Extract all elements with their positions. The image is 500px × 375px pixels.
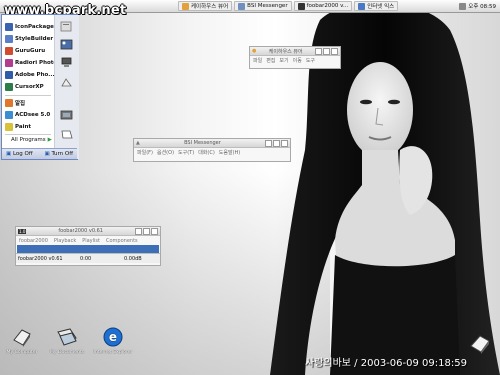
menu-file[interactable]: 파일(F)	[137, 149, 153, 156]
menu-playlist[interactable]: Playlist	[82, 238, 100, 244]
menu-file[interactable]: 파일	[253, 57, 262, 64]
menu-item-paint[interactable]: Paint	[5, 123, 31, 131]
computer-icon[interactable]	[60, 57, 73, 68]
control-panel-icon[interactable]	[60, 109, 73, 120]
clock[interactable]: 오후 08:59	[468, 2, 496, 10]
foobar-statusbar: foobar2000 v0.61 0:00 0.00dB	[16, 253, 160, 263]
menu-tools[interactable]: 도구	[306, 57, 315, 64]
minimize-button[interactable]	[315, 47, 322, 55]
cursor-icon	[5, 83, 13, 91]
maximize-button[interactable]	[273, 139, 280, 147]
menu-tools[interactable]: 도구(T)	[178, 149, 194, 156]
menu-item-guruguru[interactable]: GuruGuru	[5, 47, 45, 55]
window-controls	[315, 47, 338, 55]
close-button[interactable]	[151, 227, 158, 235]
desktop-icon-my-documents[interactable]: My Documents	[47, 326, 87, 355]
viewer-menubar: 파일 편집 보기 이동 도구	[250, 56, 340, 65]
pictures-icon[interactable]	[60, 39, 73, 50]
menu-item-cursorxp[interactable]: CursorXP	[5, 83, 44, 91]
log-off-icon: ▣	[6, 151, 12, 157]
messenger-window: ▲ BSI Messenger 파일(F) 옵션(O) 도구(T) 대화(C) …	[133, 138, 291, 162]
menu-chat[interactable]: 대화(C)	[198, 149, 215, 156]
wallpaper-caption: 사랑의바보 / 2003-06-09 09:18:59	[305, 358, 467, 369]
messenger-icon	[238, 2, 246, 10]
all-programs-button[interactable]: All Programs ▶	[11, 137, 52, 143]
foobar-app-icon: 1.0	[18, 228, 27, 234]
log-off-button[interactable]: ▣ Log Off	[6, 151, 33, 157]
menu-item-alzip[interactable]: 알집	[5, 99, 25, 107]
menu-item-iconpackager[interactable]: IconPackager	[5, 23, 57, 31]
folder-icon	[182, 2, 189, 10]
start-menu-places	[54, 15, 79, 159]
menu-playback[interactable]: Playback	[54, 238, 76, 244]
volume-icon[interactable]	[459, 2, 467, 10]
recycle-bin-icon[interactable]	[468, 331, 492, 355]
messenger-window-titlebar[interactable]: ▲ BSI Messenger	[134, 139, 290, 148]
start-menu-programs: IconPackager StyleBuilder GuruGuru Radio…	[2, 15, 57, 159]
my-computer-icon	[13, 329, 31, 347]
desktop-icon-internet-explorer[interactable]: e Internet Explorer	[93, 326, 133, 355]
start-menu-footer: ▣ Log Off ▣ Turn Off	[2, 148, 77, 159]
taskbar-button-browser[interactable]: 인터넷 익스	[354, 1, 399, 11]
window-controls	[135, 227, 158, 235]
alzip-icon	[5, 99, 13, 107]
messenger-menubar: 파일(F) 옵션(O) 도구(T) 대화(C) 도움말(H)	[134, 148, 290, 157]
network-icon[interactable]	[60, 77, 73, 88]
close-button[interactable]	[281, 139, 288, 147]
printer-icon[interactable]	[60, 129, 73, 140]
maximize-button[interactable]	[143, 227, 150, 235]
foobar-menubar: foobar2000 Playback Playlist Components	[16, 236, 160, 245]
photo-icon	[5, 59, 13, 67]
documents-icon[interactable]	[60, 21, 73, 32]
start-menu: IconPackager StyleBuilder GuruGuru Radio…	[1, 14, 79, 160]
menu-item-stylebuilder[interactable]: StyleBuilder	[5, 35, 53, 43]
iconpackager-icon	[5, 23, 13, 31]
paint-icon	[5, 123, 13, 131]
menu-separator	[5, 134, 51, 135]
viewer-window-titlebar[interactable]: ● 케이하우스 뷰어	[250, 47, 340, 56]
menu-options[interactable]: 옵션(O)	[157, 149, 174, 156]
minimize-button[interactable]	[135, 227, 142, 235]
playlist-selected-row[interactable]	[17, 245, 159, 253]
my-documents-icon	[57, 328, 77, 346]
svg-text:e: e	[109, 330, 117, 344]
menu-item-radiori-photo[interactable]: Radiori Photo	[5, 59, 57, 67]
menu-item-acdsee[interactable]: ACDsee 5.0	[5, 111, 50, 119]
close-button[interactable]	[331, 47, 338, 55]
arrow-right-icon: ▶	[47, 137, 52, 143]
maximize-button[interactable]	[323, 47, 330, 55]
turn-off-button[interactable]: ▣ Turn Off	[45, 151, 73, 157]
viewer-window: ● 케이하우스 뷰어 파일 편집 보기 이동 도구	[249, 46, 341, 69]
internet-explorer-icon: e	[103, 327, 123, 347]
menu-separator	[5, 95, 51, 96]
minimize-button[interactable]	[265, 139, 272, 147]
foobar-window: 1.0 foobar2000 v0.61 foobar2000 Playback…	[15, 226, 161, 266]
acdsee-icon	[5, 111, 13, 119]
menu-edit[interactable]: 편집	[266, 57, 275, 64]
window-controls	[265, 139, 288, 147]
foobar-window-titlebar[interactable]: 1.0 foobar2000 v0.61	[16, 227, 160, 236]
adobe-photoshop-icon	[5, 71, 13, 79]
power-icon: ▣	[44, 151, 50, 157]
menu-go[interactable]: 이동	[293, 57, 302, 64]
guruguru-icon	[5, 47, 13, 55]
taskbar-button-foobar[interactable]: foobar2000 v...	[293, 1, 353, 11]
menu-components[interactable]: Components	[106, 238, 138, 244]
menu-foobar2000[interactable]: foobar2000	[19, 238, 48, 244]
menu-item-adobe-photoshop[interactable]: Adobe Pho...	[5, 71, 55, 79]
browser-icon	[358, 2, 366, 10]
menu-view[interactable]: 보기	[279, 57, 288, 64]
desktop-icon-my-computer[interactable]: My Computer	[2, 326, 42, 355]
taskbar-button-messenger[interactable]: BSI Messenger	[234, 1, 292, 11]
stylebuilder-icon	[5, 35, 13, 43]
desktop: 케이하우스 뷰어 BSI Messenger foobar2000 v... 인…	[0, 0, 500, 375]
foobar-icon	[297, 2, 305, 10]
menu-help[interactable]: 도움말(H)	[219, 149, 240, 156]
system-tray: 오후 08:59	[459, 2, 500, 10]
taskbar-button-viewer[interactable]: 케이하우스 뷰어	[178, 1, 233, 11]
